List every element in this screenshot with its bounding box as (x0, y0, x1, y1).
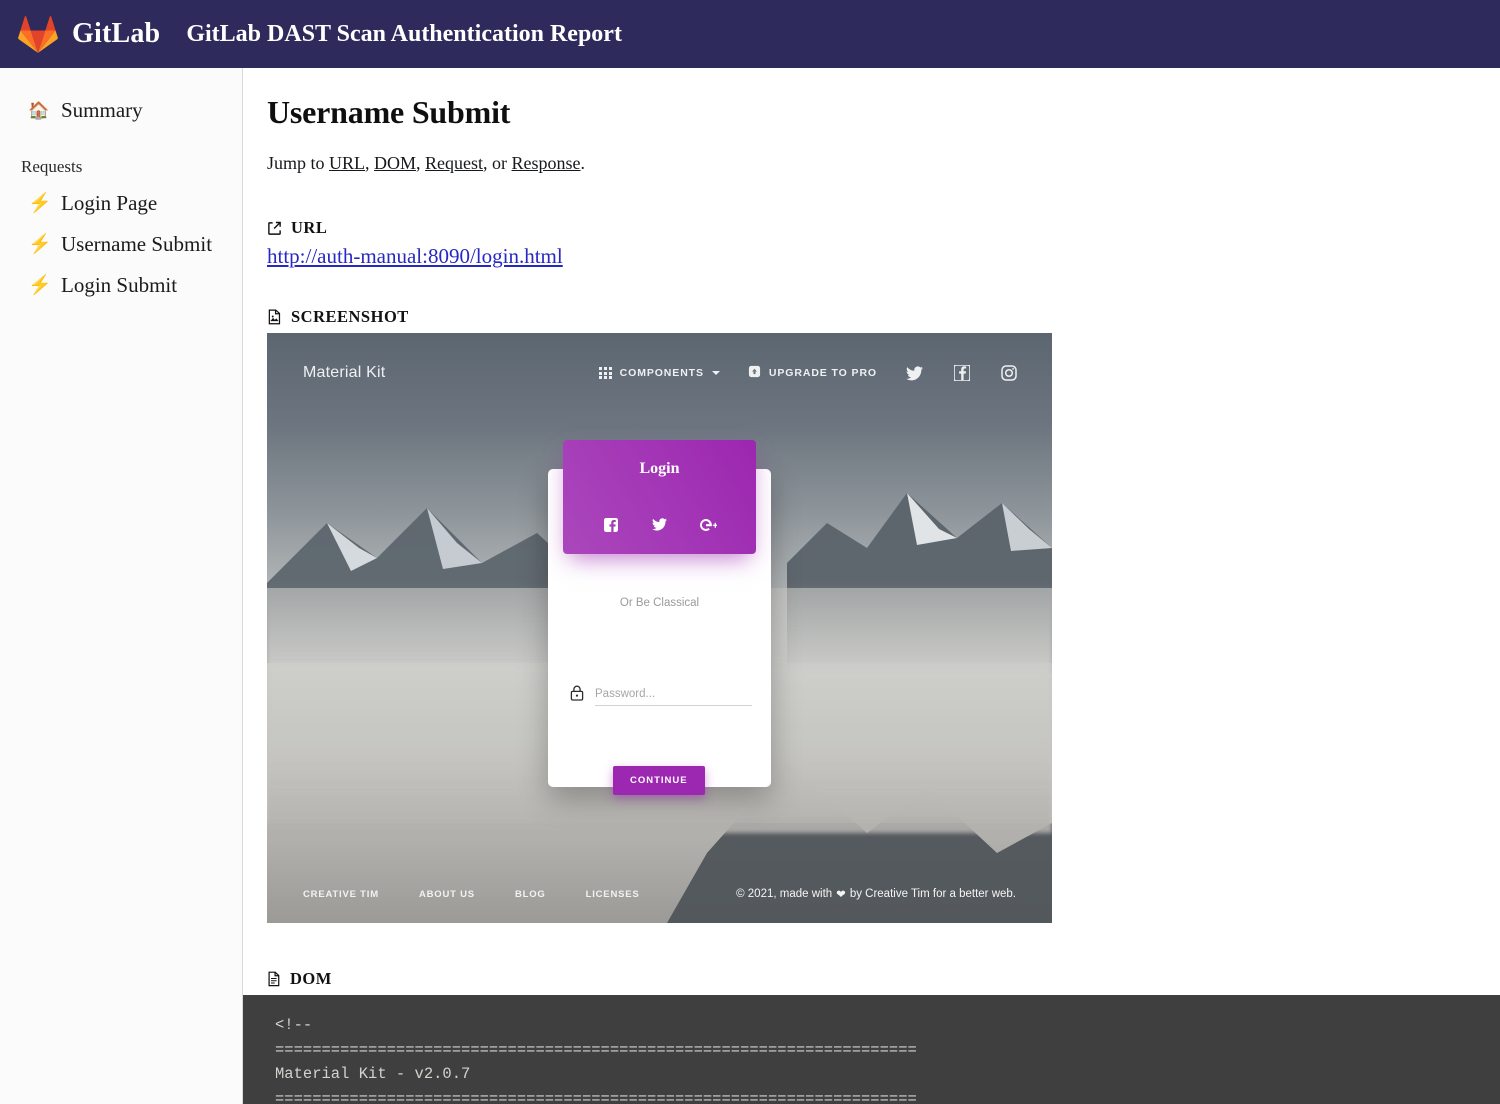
grid-icon (599, 367, 611, 379)
material-kit-brand[interactable]: Material Kit (303, 364, 385, 382)
section-label: DOM (290, 969, 332, 989)
continue-button[interactable]: CONTINUE (613, 766, 705, 795)
section-label: URL (291, 218, 327, 238)
jump-to-line: Jump to URL, DOM, Request, or Response. (267, 153, 1500, 174)
section-label: SCREENSHOT (291, 307, 409, 327)
sidebar-item-summary[interactable]: 🏠 Summary (0, 90, 242, 131)
report-title: GitLab DAST Scan Authentication Report (186, 21, 622, 48)
document-icon (267, 971, 281, 987)
jump-link-url[interactable]: URL (329, 153, 365, 173)
nav-upgrade-to-pro[interactable]: UPGRADE TO PRO (748, 365, 877, 381)
footer-link-blog[interactable]: BLOG (515, 889, 546, 900)
footer-copyright: © 2021, made with ❤ by Creative Tim for … (736, 887, 1016, 901)
jump-link-dom[interactable]: DOM (374, 153, 416, 173)
footer-links: CREATIVE TIM ABOUT US BLOG LICENSES (303, 889, 640, 900)
jump-link-request[interactable]: Request (425, 153, 483, 173)
copyright-pre: © 2021, made with (736, 888, 832, 900)
sidebar-group-label: Requests (0, 131, 242, 183)
jump-sep: , (416, 153, 425, 173)
login-divider-text: Or Be Classical (548, 597, 771, 609)
home-icon: 🏠 (28, 102, 48, 119)
footer-link-about-us[interactable]: ABOUT US (419, 889, 475, 900)
password-row (570, 685, 752, 706)
bolt-icon: ⚡ (28, 194, 48, 213)
screenshot-section-heading: SCREENSHOT (267, 307, 1500, 327)
page-title: Username Submit (267, 94, 1500, 131)
sidebar-item-label: Login Submit (61, 273, 177, 298)
sidebar-item-login-page[interactable]: ⚡ Login Page (0, 183, 242, 224)
facebook-icon[interactable] (601, 515, 620, 534)
facebook-icon[interactable] (952, 364, 971, 383)
login-social-buttons (601, 515, 718, 534)
instagram-icon[interactable] (999, 364, 1018, 383)
jump-sep: , or (483, 153, 512, 173)
nav-components[interactable]: COMPONENTS (599, 367, 719, 379)
sidebar-item-username-submit[interactable]: ⚡ Username Submit (0, 224, 242, 265)
login-card-title: Login (639, 460, 679, 478)
footer-link-licenses[interactable]: LICENSES (586, 889, 640, 900)
url-section-heading: URL (267, 218, 1500, 238)
footer-link-creative-tim[interactable]: CREATIVE TIM (303, 889, 379, 900)
google-plus-icon[interactable] (699, 515, 718, 534)
twitter-icon[interactable] (650, 515, 669, 534)
nav-components-label: COMPONENTS (620, 367, 704, 379)
sidebar-item-label: Login Page (61, 191, 157, 216)
app-header: GitLab GitLab DAST Scan Authentication R… (0, 0, 1500, 68)
nav-upgrade-label: UPGRADE TO PRO (769, 367, 877, 379)
login-card: Login Or Be Classical (548, 469, 771, 787)
lock-icon (570, 685, 584, 706)
sidebar-item-label: Summary (61, 98, 143, 123)
sidebar: 🏠 Summary Requests ⚡ Login Page ⚡ Userna… (0, 68, 243, 1104)
dom-section-heading: DOM (267, 969, 1500, 989)
jump-suffix: . (581, 153, 586, 173)
login-card-header: Login (563, 440, 756, 554)
sidebar-item-login-submit[interactable]: ⚡ Login Submit (0, 265, 242, 306)
heart-icon: ❤ (836, 887, 846, 901)
page-screenshot: Material Kit COMPONENTS UPGRADE TO PRO (267, 333, 1052, 923)
gitlab-wordmark: GitLab (72, 18, 160, 50)
target-url-link[interactable]: http://auth-manual:8090/login.html (267, 244, 563, 269)
main-content: Username Submit Jump to URL, DOM, Reques… (243, 68, 1500, 1104)
sidebar-item-label: Username Submit (61, 232, 212, 257)
jump-sep: , (365, 153, 374, 173)
bolt-icon: ⚡ (28, 235, 48, 254)
image-file-icon (267, 309, 282, 325)
jump-link-response[interactable]: Response (512, 153, 581, 173)
screenshot-footer: CREATIVE TIM ABOUT US BLOG LICENSES © 20… (267, 887, 1052, 901)
caret-down-icon (712, 371, 720, 375)
twitter-icon[interactable] (905, 364, 924, 383)
dom-code-text: <!-- ===================================… (275, 1013, 1500, 1104)
bolt-icon: ⚡ (28, 276, 48, 295)
screenshot-navbar: Material Kit COMPONENTS UPGRADE TO PRO (267, 333, 1052, 413)
cloud-upload-icon (748, 365, 761, 381)
copyright-post: by Creative Tim for a better web. (850, 888, 1016, 900)
jump-prefix: Jump to (267, 153, 329, 173)
password-input[interactable] (595, 688, 752, 706)
gitlab-tanuki-icon (18, 15, 58, 53)
external-link-icon (267, 221, 282, 236)
dom-code-block[interactable]: <!-- ===================================… (243, 995, 1500, 1104)
